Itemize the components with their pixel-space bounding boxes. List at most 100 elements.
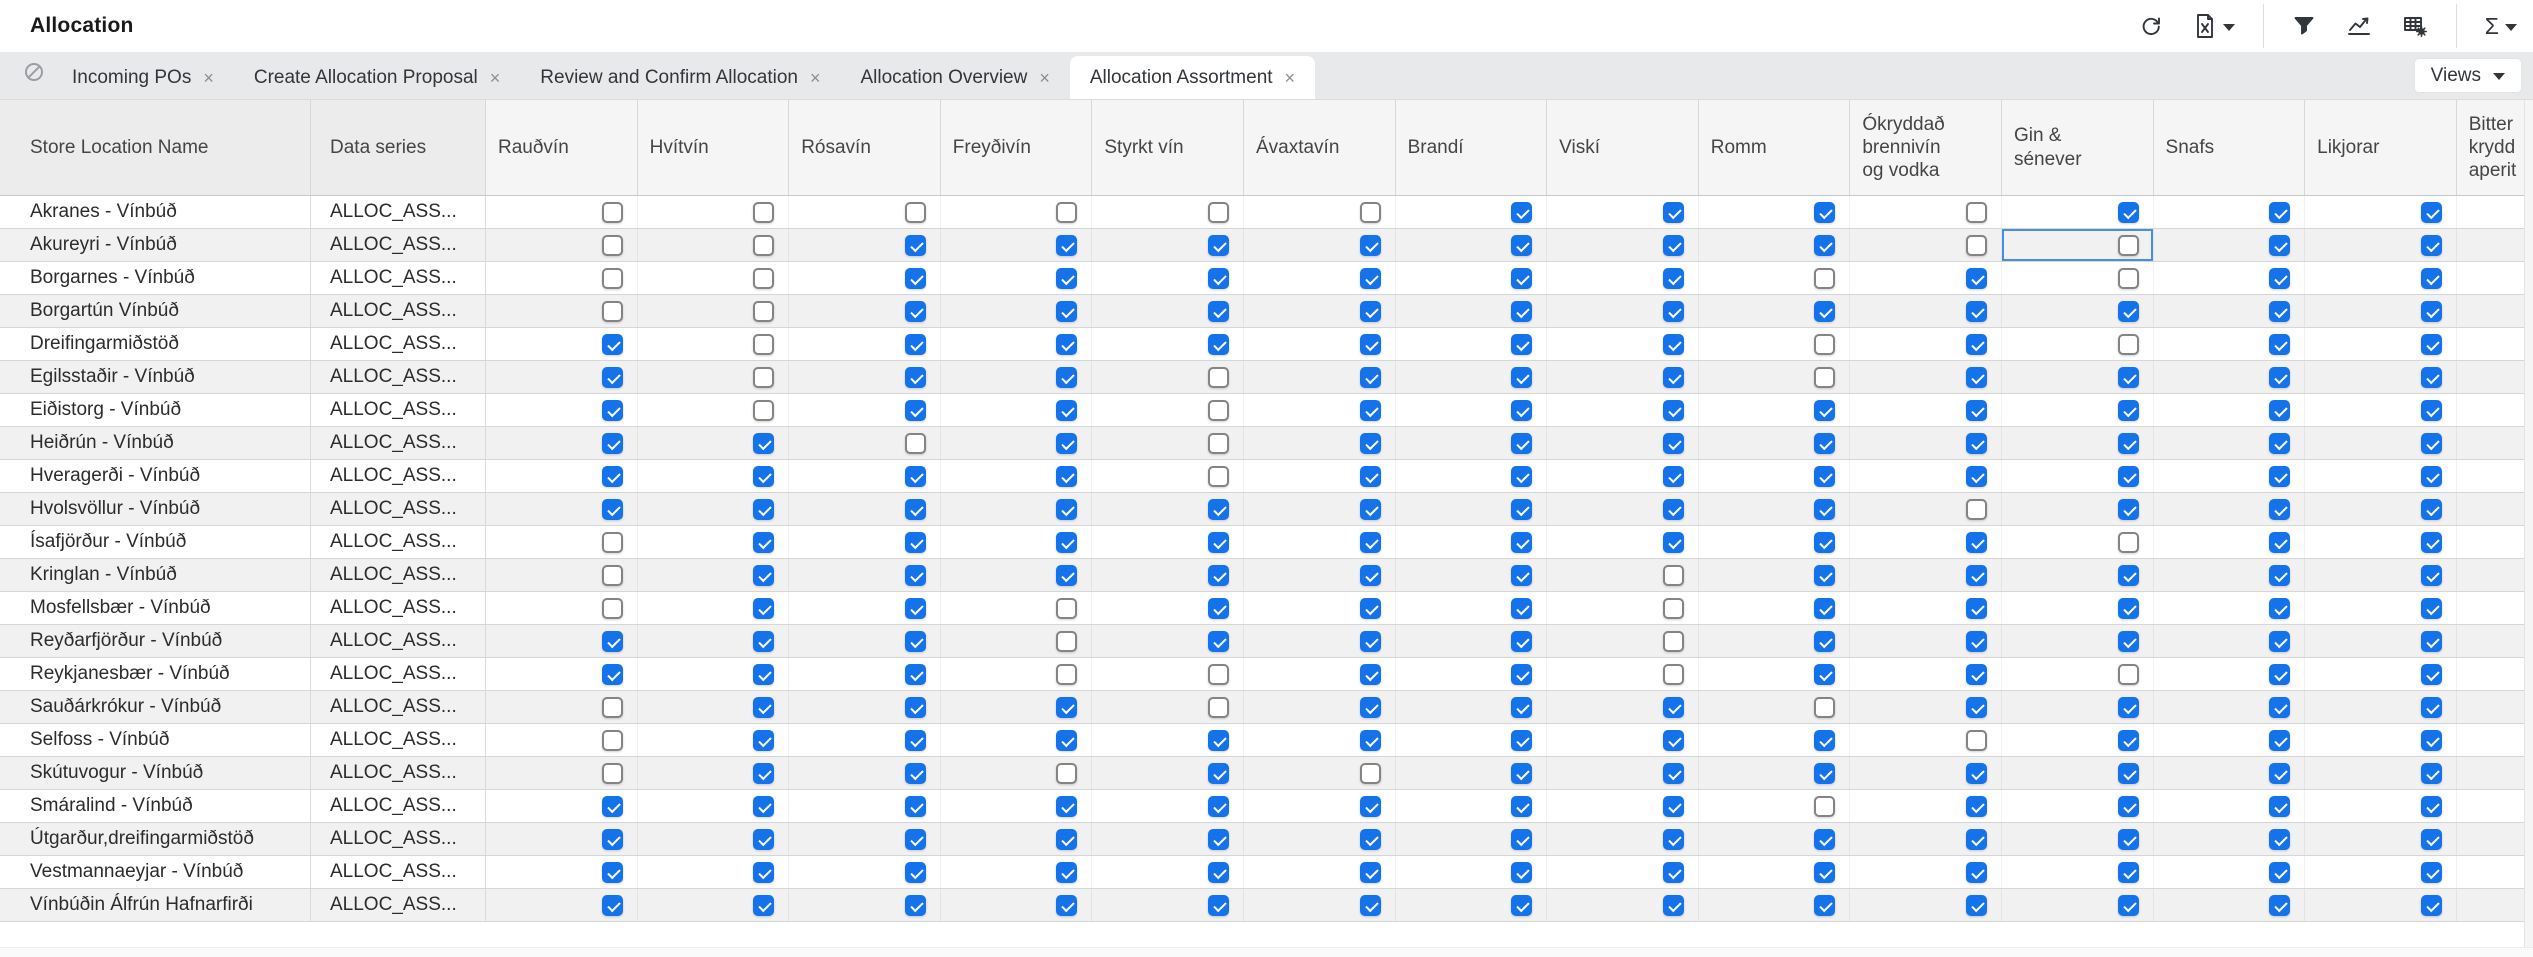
checkbox-cell[interactable]: [486, 328, 638, 360]
checkbox-cell[interactable]: [941, 427, 1093, 459]
checkbox-cell[interactable]: [486, 361, 638, 393]
checkbox-checked[interactable]: [1511, 763, 1532, 784]
checkbox-checked[interactable]: [1208, 301, 1229, 322]
checkbox-checked[interactable]: [753, 697, 774, 718]
checkbox-checked[interactable]: [2118, 631, 2139, 652]
checkbox-cell[interactable]: [1850, 790, 2002, 822]
checkbox-checked[interactable]: [1814, 862, 1835, 883]
checkbox-checked[interactable]: [1966, 466, 1987, 487]
checkbox-cell[interactable]: [2305, 625, 2457, 657]
checkbox-checked[interactable]: [1814, 202, 1835, 223]
checkbox-cell[interactable]: [789, 361, 941, 393]
checkbox-cell[interactable]: [2305, 196, 2457, 228]
checkbox-unchecked[interactable]: [602, 730, 623, 751]
checkbox-cell[interactable]: [2305, 658, 2457, 690]
checkbox-checked[interactable]: [753, 664, 774, 685]
checkbox-checked[interactable]: [1814, 532, 1835, 553]
tab-allocation-assortment[interactable]: Allocation Assortment×: [1070, 56, 1315, 99]
checkbox-unchecked[interactable]: [602, 598, 623, 619]
checkbox-cell[interactable]: [2305, 823, 2457, 855]
checkbox-cell[interactable]: [2154, 592, 2306, 624]
checkbox-checked[interactable]: [2269, 433, 2290, 454]
checkbox-cell[interactable]: [1396, 196, 1548, 228]
checkbox-cell[interactable]: [1850, 559, 2002, 591]
checkbox-unchecked[interactable]: [1208, 664, 1229, 685]
checkbox-unchecked[interactable]: [602, 235, 623, 256]
checkbox-checked[interactable]: [2118, 499, 2139, 520]
checkbox-checked[interactable]: [1360, 433, 1381, 454]
column-header-hvítvín[interactable]: Hvítvín: [638, 100, 790, 195]
checkbox-cell[interactable]: [1699, 757, 1851, 789]
checkbox-checked[interactable]: [2118, 730, 2139, 751]
checkbox-cell[interactable]: [1244, 229, 1396, 261]
checkbox-cell[interactable]: [1092, 658, 1244, 690]
checkbox-cell[interactable]: [2154, 559, 2306, 591]
checkbox-checked[interactable]: [2118, 301, 2139, 322]
checkbox-cell[interactable]: [1244, 592, 1396, 624]
checkbox-cell[interactable]: [941, 790, 1093, 822]
checkbox-cell[interactable]: [486, 592, 638, 624]
checkbox-checked[interactable]: [1208, 895, 1229, 916]
checkbox-checked[interactable]: [1056, 697, 1077, 718]
checkbox-checked[interactable]: [1208, 763, 1229, 784]
checkbox-cell[interactable]: [2305, 559, 2457, 591]
checkbox-cell[interactable]: [1547, 394, 1699, 426]
checkbox-cell[interactable]: [486, 295, 638, 327]
filter-icon[interactable]: [2290, 12, 2318, 40]
checkbox-checked[interactable]: [2118, 202, 2139, 223]
checkbox-cell[interactable]: [1699, 526, 1851, 558]
checkbox-cell[interactable]: [789, 790, 941, 822]
checkbox-checked[interactable]: [602, 499, 623, 520]
checkbox-unchecked[interactable]: [2118, 532, 2139, 553]
checkbox-checked[interactable]: [905, 466, 926, 487]
column-header-ávaxtavín[interactable]: Ávaxtavín: [1244, 100, 1396, 195]
checkbox-cell[interactable]: [2305, 493, 2457, 525]
checkbox-cell[interactable]: [1850, 295, 2002, 327]
checkbox-unchecked[interactable]: [602, 202, 623, 223]
checkbox-cell[interactable]: [1396, 328, 1548, 360]
column-header-gin-&-sénever[interactable]: Gin & sénever: [2002, 100, 2154, 195]
checkbox-checked[interactable]: [2269, 466, 2290, 487]
checkbox-checked[interactable]: [1511, 532, 1532, 553]
checkbox-checked[interactable]: [1663, 367, 1684, 388]
checkbox-unchecked[interactable]: [753, 235, 774, 256]
checkbox-checked[interactable]: [1814, 829, 1835, 850]
checkbox-cell[interactable]: [1396, 592, 1548, 624]
checkbox-cell[interactable]: [1092, 625, 1244, 657]
checkbox-cell[interactable]: [2305, 328, 2457, 360]
checkbox-checked[interactable]: [1663, 400, 1684, 421]
checkbox-cell[interactable]: [789, 262, 941, 294]
checkbox-cell[interactable]: [789, 889, 941, 921]
checkbox-cell[interactable]: [2002, 427, 2154, 459]
checkbox-cell[interactable]: [2002, 295, 2154, 327]
checkbox-checked[interactable]: [905, 763, 926, 784]
checkbox-checked[interactable]: [1663, 829, 1684, 850]
checkbox-checked[interactable]: [602, 796, 623, 817]
tab-close-icon[interactable]: ×: [1039, 69, 1050, 87]
checkbox-cell[interactable]: [1547, 889, 1699, 921]
checkbox-cell[interactable]: [1244, 328, 1396, 360]
checkbox-cell[interactable]: [1547, 262, 1699, 294]
checkbox-cell[interactable]: [941, 526, 1093, 558]
checkbox-unchecked[interactable]: [753, 334, 774, 355]
checkbox-checked[interactable]: [1208, 532, 1229, 553]
checkbox-checked[interactable]: [2269, 829, 2290, 850]
checkbox-checked[interactable]: [1511, 697, 1532, 718]
checkbox-checked[interactable]: [2269, 367, 2290, 388]
checkbox-checked[interactable]: [1814, 565, 1835, 586]
checkbox-checked[interactable]: [1360, 466, 1381, 487]
checkbox-cell[interactable]: [1244, 889, 1396, 921]
checkbox-checked[interactable]: [2269, 334, 2290, 355]
checkbox-cell[interactable]: [1244, 625, 1396, 657]
checkbox-checked[interactable]: [1663, 301, 1684, 322]
checkbox-cell[interactable]: [638, 625, 790, 657]
checkbox-checked[interactable]: [905, 895, 926, 916]
checkbox-cell[interactable]: [1092, 691, 1244, 723]
checkbox-checked[interactable]: [1511, 301, 1532, 322]
checkbox-unchecked[interactable]: [753, 367, 774, 388]
checkbox-cell[interactable]: [1244, 856, 1396, 888]
checkbox-cell[interactable]: [2002, 262, 2154, 294]
checkbox-cell[interactable]: [1547, 493, 1699, 525]
checkbox-unchecked[interactable]: [602, 763, 623, 784]
checkbox-checked[interactable]: [2269, 400, 2290, 421]
